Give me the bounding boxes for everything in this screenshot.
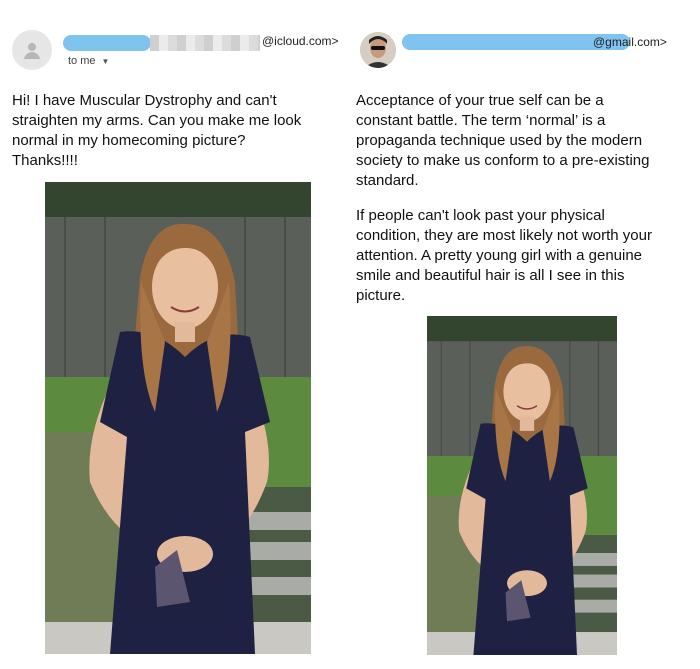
reply-line: constant battle. The term ‘normal’ is a: [356, 112, 606, 129]
message-line: normal in my homecoming picture?: [12, 132, 246, 149]
reply-line: smile and beautiful hair is all I see in…: [356, 267, 625, 284]
reply-line: condition, they are most likely not wort…: [356, 227, 652, 244]
message-line: Hi! I have Muscular Dystrophy and can't: [12, 92, 277, 109]
reply-line: If people can't look past your physical: [356, 207, 605, 224]
reply-paragraph-2: If people can't look past your physical …: [356, 206, 696, 306]
responder-address-domain: @gmail.com>: [593, 35, 667, 49]
person-icon: [24, 43, 40, 59]
message-line: Thanks!!!!: [12, 152, 78, 169]
homecoming-photo-reply: [427, 316, 617, 655]
reply-line: propaganda technique used by the modern: [356, 132, 643, 149]
reply-line: standard.: [356, 172, 419, 189]
reply-paragraph-1: Acceptance of your true self can be a co…: [356, 91, 696, 191]
responder-avatar[interactable]: [360, 32, 396, 68]
sender-avatar[interactable]: [12, 30, 52, 70]
reply-line: picture.: [356, 287, 406, 304]
chevron-down-icon[interactable]: ▼: [102, 57, 110, 66]
recipient-details[interactable]: to me ▼: [68, 55, 109, 67]
request-message: Hi! I have Muscular Dystrophy and can't …: [12, 91, 342, 171]
reply-line: society to make us conform to a pre-exis…: [356, 152, 650, 169]
message-line: straighten my arms. Can you make me look: [12, 112, 302, 129]
reply-line: attention. A pretty young girl with a ge…: [356, 247, 643, 264]
redacted-sender-name: [63, 35, 151, 51]
homecoming-photo: [45, 182, 311, 654]
pixelated-sender-address: [150, 35, 260, 51]
reply-line: Acceptance of your true self can be a: [356, 92, 604, 109]
recipient-label: to me: [68, 55, 96, 67]
reply-email: @gmail.com> Acceptance of your true self…: [350, 0, 700, 669]
sender-address-domain: @icloud.com>: [262, 34, 339, 48]
left-email: @icloud.com> to me ▼ Hi! I have Muscular…: [0, 0, 346, 669]
